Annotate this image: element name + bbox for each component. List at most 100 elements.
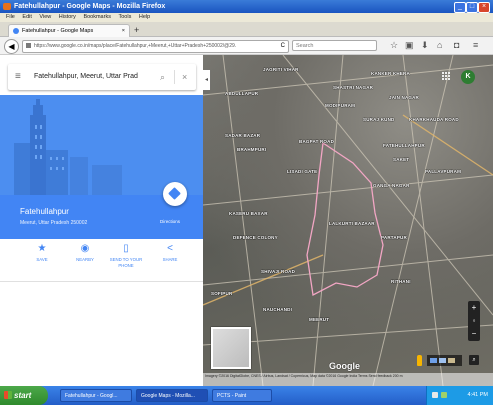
new-tab-button[interactable]: +: [134, 24, 139, 36]
start-button[interactable]: start: [0, 386, 48, 405]
close-window-button[interactable]: ×: [478, 2, 490, 13]
zoom-in-button[interactable]: +: [468, 301, 480, 314]
clock: 4:41 PM: [467, 392, 488, 398]
share-icon: <: [167, 243, 173, 254]
map-label: SOFIPUR: [211, 291, 233, 296]
place-sidebar: ≡ Fatehullahpur, Meerut, Uttar Prad ⌕ ×: [0, 55, 203, 386]
send-to-phone-action-button[interactable]: ▯ SEND TO YOUR PHONE: [106, 241, 146, 268]
directions-button[interactable]: [163, 182, 187, 206]
home-icon[interactable]: ⌂: [437, 40, 442, 51]
imagery-thumbnails[interactable]: [427, 355, 462, 366]
clipboard-icon[interactable]: ▣: [405, 40, 414, 51]
start-label: start: [14, 391, 32, 400]
back-button[interactable]: ◀: [4, 39, 19, 54]
window-title: Fatehullahpur - Google Maps - Mozilla Fi…: [14, 3, 166, 10]
pocket-icon[interactable]: ◘: [454, 40, 459, 51]
zoom-control: + ◦ −: [468, 301, 480, 341]
taskbar-item[interactable]: PCTS - Paint: [212, 389, 272, 402]
collapse-panel-button[interactable]: ◂: [203, 70, 210, 90]
menu-view[interactable]: View: [39, 14, 51, 20]
map-label: MEERUT: [309, 317, 330, 322]
place-actions: ★ SAVE ◉ NEARBY ▯ SEND TO YOUR PHONE < S…: [0, 241, 203, 291]
menu-tools[interactable]: Tools: [118, 14, 131, 20]
tray-icon[interactable]: [432, 392, 438, 398]
window-titlebar: Fatehullahpur - Google Maps - Mozilla Fi…: [0, 0, 493, 13]
menu-file[interactable]: File: [6, 14, 15, 20]
city-skyline-illustration: [0, 95, 203, 195]
google-logo: Google: [329, 361, 360, 371]
maximize-button[interactable]: □: [466, 2, 478, 13]
compass-icon[interactable]: ◦: [468, 314, 480, 327]
menu-help[interactable]: Help: [139, 14, 150, 20]
menu-history[interactable]: History: [59, 14, 76, 20]
tab-google-maps[interactable]: Fatehullahpur - Google Maps ×: [8, 24, 130, 37]
action-label: NEARBY: [76, 257, 94, 262]
page-viewport: JAGRITI VIHAR KANKER KHERA ABDULLAPUR SH…: [0, 55, 493, 386]
browser-search-input[interactable]: Search: [292, 40, 377, 51]
maps-search-input[interactable]: Fatehullahpur, Meerut, Uttar Prad: [34, 64, 164, 90]
photos-expand-icon[interactable]: ⌕: [469, 355, 479, 365]
star-icon[interactable]: ☆: [390, 40, 398, 51]
menu-icon[interactable]: ≡: [473, 40, 478, 51]
map-label: DEFENCE COLONY: [233, 235, 278, 240]
action-label: SAVE: [36, 257, 48, 262]
map-view-toggle-thumbnail[interactable]: [211, 327, 251, 369]
map-label: SHIVAJI ROAD: [261, 269, 296, 274]
map-label: LALKURTI BAZAAR: [329, 221, 375, 226]
menu-bookmarks[interactable]: Bookmarks: [83, 14, 111, 20]
phone-icon: ▯: [123, 243, 129, 254]
taskbar-item[interactable]: Google Maps - Mozilla...: [136, 389, 208, 402]
search-icon[interactable]: ⌕: [160, 64, 165, 90]
minimize-button[interactable]: _: [454, 2, 466, 13]
map-label: PARTAPUR: [381, 235, 407, 240]
map-label: ABDULLAPUR: [225, 91, 259, 96]
tray-icon[interactable]: [441, 392, 447, 398]
map-label: PALLAVPURAM: [425, 169, 462, 174]
map-label: SHASTRI NAGAR: [333, 85, 374, 90]
map-label: LISADI GATE: [287, 169, 318, 174]
download-icon[interactable]: ⬇: [421, 40, 429, 51]
map-label: KHARKHAUDA ROAD: [409, 117, 459, 122]
map-label: RITHANI: [391, 279, 411, 284]
nearby-action-button[interactable]: ◉ NEARBY: [65, 241, 105, 263]
pegman-icon[interactable]: [417, 355, 422, 366]
url-bar[interactable]: https://www.google.co.in/maps/place/Fate…: [22, 40, 289, 53]
menu-edit[interactable]: Edit: [22, 14, 31, 20]
zoom-out-button[interactable]: −: [468, 327, 480, 340]
map-label: BRAHMPURI: [237, 147, 267, 152]
tab-label: Fatehullahpur - Google Maps: [22, 28, 94, 34]
map-label: JAGRITI VIHAR: [263, 67, 299, 72]
reload-icon[interactable]: C: [281, 41, 285, 52]
navigation-bar: ◀ https://www.google.co.in/maps/place/Fa…: [0, 37, 493, 55]
map-label: JAIN NAGAR: [389, 95, 420, 100]
satellite-map[interactable]: JAGRITI VIHAR KANKER KHERA ABDULLAPUR SH…: [203, 55, 493, 386]
google-maps-favicon-icon: [13, 28, 19, 34]
map-label: SURAJ KUND: [363, 117, 395, 122]
google-apps-icon[interactable]: [442, 72, 450, 80]
windows-taskbar: start Fatehullahpur - Googl... Google Ma…: [0, 386, 493, 405]
action-label: SHARE: [162, 257, 178, 262]
lock-icon: [26, 43, 31, 49]
map-label: NAUCHANDI: [263, 307, 293, 312]
star-icon: ★: [37, 243, 47, 254]
account-avatar[interactable]: K: [461, 70, 475, 84]
section-divider: [0, 281, 203, 282]
map-label: MODIPURAM: [325, 103, 356, 108]
firefox-window: Fatehullahpur - Google Maps - Mozilla Fi…: [0, 0, 493, 405]
system-tray: 4:41 PM: [426, 386, 493, 405]
map-label: SAKET: [393, 157, 410, 162]
tab-bar: Fatehullahpur - Google Maps × +: [0, 22, 493, 37]
hamburger-menu-icon[interactable]: ≡: [15, 64, 21, 90]
map-label: GANGA NAGAR: [373, 183, 410, 188]
taskbar-item[interactable]: Fatehullahpur - Googl...: [60, 389, 132, 402]
fatehullahpur-boundary: [306, 141, 384, 296]
map-label: SADAR BAZAR: [225, 133, 261, 138]
directions-icon: [168, 187, 181, 200]
save-action-button[interactable]: ★ SAVE: [22, 241, 62, 263]
share-action-button[interactable]: < SHARE: [150, 241, 190, 263]
clear-search-icon[interactable]: ×: [182, 64, 187, 90]
maps-search-box[interactable]: ≡ Fatehullahpur, Meerut, Uttar Prad ⌕ ×: [8, 64, 196, 90]
nearby-icon: ◉: [80, 243, 90, 254]
close-tab-icon[interactable]: ×: [122, 25, 125, 37]
map-label: BAGPAT ROAD: [299, 139, 335, 144]
